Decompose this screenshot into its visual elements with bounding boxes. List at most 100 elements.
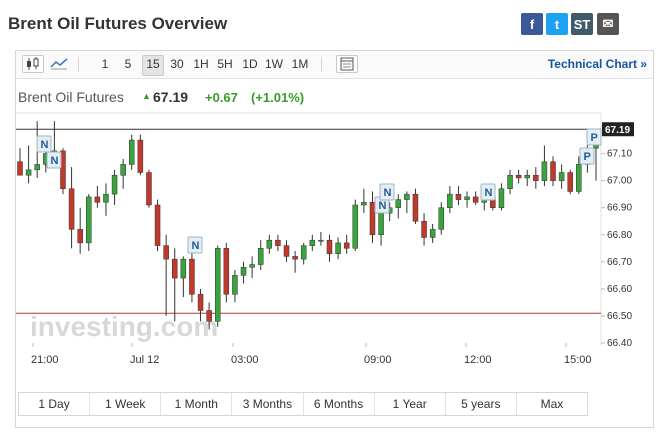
candle-body bbox=[507, 174, 513, 190]
candle-body bbox=[257, 248, 264, 265]
candle-body bbox=[361, 202, 367, 206]
candle-body bbox=[17, 161, 23, 176]
watermark: investing.com bbox=[30, 311, 218, 342]
candle-body bbox=[129, 139, 135, 165]
range-1-day[interactable]: 1 Day bbox=[19, 393, 91, 415]
candle-body bbox=[120, 164, 126, 176]
candle-body bbox=[163, 245, 169, 260]
candle-body bbox=[404, 193, 410, 200]
candle-body bbox=[94, 196, 101, 203]
y-tick-label: 66.70 bbox=[607, 257, 632, 268]
facebook-icon[interactable]: f bbox=[521, 13, 543, 35]
y-tick-label: 66.50 bbox=[607, 311, 632, 322]
candle-body bbox=[68, 188, 75, 230]
x-tick-label: 15:00 bbox=[564, 354, 592, 366]
candle-body bbox=[232, 275, 238, 295]
candle-body bbox=[292, 256, 298, 260]
candle-body bbox=[412, 193, 419, 222]
candle-body bbox=[223, 248, 230, 295]
candle-body bbox=[34, 164, 40, 171]
candle-body bbox=[137, 139, 144, 173]
email-icon[interactable]: ✉ bbox=[597, 13, 619, 35]
candle-body bbox=[343, 242, 350, 249]
news-marker-label: N bbox=[51, 155, 59, 167]
candle-body bbox=[498, 188, 505, 208]
candle-body bbox=[318, 239, 324, 242]
candle-body bbox=[266, 239, 273, 249]
candle-body bbox=[395, 199, 402, 208]
news-marker-label: N bbox=[41, 139, 49, 151]
candle-body bbox=[438, 207, 445, 230]
candle-body bbox=[550, 161, 556, 181]
candle-body bbox=[171, 258, 178, 279]
candle-body bbox=[352, 204, 359, 249]
range-max[interactable]: Max bbox=[517, 393, 587, 415]
candle-body bbox=[197, 294, 204, 311]
candle-body bbox=[206, 310, 212, 322]
candle-body bbox=[567, 172, 573, 192]
candle-body bbox=[154, 204, 161, 246]
range-1-month[interactable]: 1 Month bbox=[161, 393, 233, 415]
range-1-year[interactable]: 1 Year bbox=[375, 393, 446, 415]
chart-panel: 1 5 15 30 1H 5H 1D 1W 1M Technical Chart » Brent… bbox=[15, 50, 654, 428]
candle-body bbox=[369, 202, 376, 236]
y-tick-label: 66.90 bbox=[607, 203, 632, 214]
candle-body bbox=[524, 174, 530, 179]
y-tick-label: 67.10 bbox=[607, 149, 632, 160]
candle-body bbox=[429, 229, 436, 238]
candle-body bbox=[275, 239, 281, 246]
candle-body bbox=[558, 172, 565, 181]
candle-body bbox=[447, 193, 453, 208]
candle-body bbox=[146, 172, 152, 206]
candle-body bbox=[533, 174, 539, 181]
twitter-icon[interactable]: t bbox=[546, 13, 568, 35]
y-tick-label: 66.80 bbox=[607, 230, 632, 241]
y-tick-label: 66.40 bbox=[607, 338, 632, 349]
news-marker-label: N bbox=[192, 240, 200, 252]
range-1-week[interactable]: 1 Week bbox=[90, 393, 162, 415]
candle-body bbox=[335, 242, 341, 254]
y-tick-label: 67.00 bbox=[607, 176, 632, 187]
candle-body bbox=[576, 164, 582, 192]
current-price-label: 67.19 bbox=[605, 125, 630, 136]
y-tick-label: 66.60 bbox=[607, 284, 632, 295]
candle-body bbox=[283, 245, 290, 257]
range-6-months[interactable]: 6 Months bbox=[304, 393, 375, 415]
x-tick-label: Jul 12 bbox=[130, 354, 159, 366]
x-tick-label: 09:00 bbox=[364, 354, 392, 366]
x-tick-label: 21:00 bbox=[31, 354, 59, 366]
news-marker-label: N bbox=[379, 200, 387, 212]
price-chart[interactable]: investing.com 67.10 67.00 66.90 66.80 66.70 66… bbox=[16, 51, 653, 391]
candle-body bbox=[309, 239, 316, 246]
page-title: Brent Oil Futures Overview bbox=[8, 14, 228, 33]
page-header: Brent Oil Futures Overview f t ST ✉ bbox=[0, 0, 663, 44]
range-5-years[interactable]: 5 years bbox=[446, 393, 517, 415]
candle-body bbox=[240, 266, 247, 276]
candle-body bbox=[464, 196, 470, 200]
candle-body bbox=[86, 196, 92, 244]
candle-body bbox=[249, 264, 255, 268]
candle-body bbox=[77, 229, 83, 244]
candle-body bbox=[189, 258, 195, 295]
candle-body bbox=[472, 196, 479, 203]
candle-body bbox=[25, 169, 32, 176]
candle-body bbox=[103, 193, 109, 203]
candle-body bbox=[421, 220, 427, 238]
candle-body bbox=[111, 174, 118, 195]
candle-body bbox=[300, 245, 307, 260]
range-3-months[interactable]: 3 Months bbox=[232, 393, 304, 415]
x-tick-label: 03:00 bbox=[231, 354, 259, 366]
candle-body bbox=[180, 258, 187, 279]
candle-body bbox=[541, 161, 548, 181]
candle-body bbox=[455, 193, 462, 200]
news-marker-label: P bbox=[584, 151, 591, 163]
news-marker-label: N bbox=[384, 187, 392, 199]
stocktwits-icon[interactable]: ST bbox=[571, 13, 593, 35]
candle-body bbox=[214, 248, 221, 322]
x-tick-label: 12:00 bbox=[464, 354, 492, 366]
news-marker-label: P bbox=[591, 132, 598, 144]
candle-body bbox=[378, 212, 384, 236]
time-range-selector: 1 Day 1 Week 1 Month 3 Months 6 Months 1 Year… bbox=[18, 392, 588, 416]
candle-body bbox=[326, 239, 333, 254]
news-marker-label: N bbox=[485, 187, 493, 199]
